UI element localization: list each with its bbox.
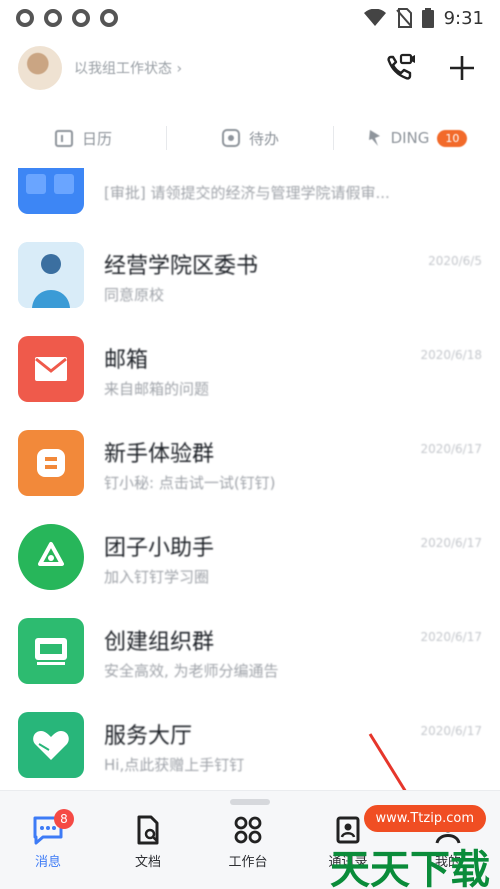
org-group-avatar xyxy=(18,618,84,684)
status-icons-left xyxy=(16,9,118,27)
quick-ding[interactable]: DING 10 xyxy=(334,128,500,148)
conversation-list[interactable]: [审批] 请领提交的经济与管理学院请假审... 经营学院区委书 同意原校 202… xyxy=(0,168,500,786)
org-icon xyxy=(35,638,67,665)
conversation-name: 邮箱 xyxy=(104,348,149,373)
list-item[interactable]: 新手体验群 钉小秘: 点击试一试(钉钉) 2020/6/17 xyxy=(0,420,500,512)
tab-messages[interactable]: 8 消息 xyxy=(0,809,98,870)
conversation-name: 团子小助手 xyxy=(104,536,215,561)
mail-avatar xyxy=(18,336,84,402)
recycle-icon xyxy=(38,542,64,566)
conversation-preview: 安全高效, 为老师分编通告 xyxy=(104,662,279,680)
add-button[interactable] xyxy=(442,48,482,88)
approval-icon xyxy=(26,174,74,194)
person-photo-icon xyxy=(18,242,84,308)
quick-calendar-label: 日历 xyxy=(81,129,112,148)
conversation-time: 2020/6/17 xyxy=(420,442,482,456)
quick-todo[interactable]: 待办 xyxy=(167,128,333,149)
org-switcher[interactable]: 以我组工作状态 › xyxy=(74,58,182,78)
quick-actions: 日历 待办 DING 10 xyxy=(0,112,500,164)
conversation-preview: 同意原校 xyxy=(104,286,165,304)
status-time: 9:31 xyxy=(443,7,484,29)
document-icon xyxy=(137,815,159,845)
service-hall-avatar xyxy=(18,712,84,778)
drag-handle[interactable] xyxy=(230,799,270,805)
tab-documents-label: 文档 xyxy=(134,855,161,870)
contact-photo xyxy=(18,242,84,308)
video-call-button[interactable] xyxy=(380,48,420,88)
conversation-preview: 加入钉钉学习圈 xyxy=(104,568,210,586)
list-item[interactable]: [审批] 请领提交的经济与管理学院请假审... xyxy=(0,168,500,230)
battery-icon xyxy=(421,8,434,28)
ding-icon xyxy=(368,130,380,146)
gear-icon xyxy=(100,9,118,27)
list-item[interactable]: 创建组织群 安全高效, 为老师分编通告 2020/6/17 xyxy=(0,608,500,700)
tab-documents[interactable]: 文档 xyxy=(98,815,198,870)
org-avatar[interactable] xyxy=(18,46,62,90)
plus-icon xyxy=(450,56,474,80)
ding-badge: 10 xyxy=(437,129,468,147)
list-item[interactable]: 经营学院区委书 同意原校 2020/6/5 xyxy=(0,232,500,324)
list-item[interactable]: 邮箱 来自邮箱的问题 2020/6/18 xyxy=(0,326,500,418)
approval-avatar xyxy=(18,168,84,214)
todo-icon xyxy=(221,129,240,147)
watermark-text: 天天下载 xyxy=(330,847,490,889)
top-header: 以我组工作状态 › xyxy=(0,40,500,96)
group-avatar xyxy=(18,430,84,496)
conversation-time: 2020/6/17 xyxy=(420,630,482,644)
list-item[interactable]: 团子小助手 加入钉钉学习圈 2020/6/17 xyxy=(0,514,500,606)
conversation-name: 创建组织群 xyxy=(104,630,215,655)
no-sim-icon xyxy=(395,8,412,28)
conversation-name: 服务大厅 xyxy=(104,724,193,749)
conversation-preview: Hi,点此获赠上手钉钉 xyxy=(104,756,245,774)
conversation-time: 2020/6/17 xyxy=(420,536,482,550)
gear-icon xyxy=(16,9,34,27)
conversation-time: 2020/6/5 xyxy=(428,254,482,268)
conversation-preview: [审批] 请领提交的经济与管理学院请假审... xyxy=(104,184,390,202)
conversation-preview: 钉小秘: 点击试一试(钉钉) xyxy=(104,474,276,492)
unread-badge: 8 xyxy=(54,809,74,829)
conversation-name: 经营学院区委书 xyxy=(104,254,259,279)
gear-icon xyxy=(72,9,90,27)
quick-calendar[interactable]: 日历 xyxy=(0,128,166,149)
conversation-time: 2020/6/18 xyxy=(420,348,482,362)
wifi-icon xyxy=(363,9,386,26)
apps-icon xyxy=(234,816,262,844)
assistant-avatar xyxy=(18,524,84,590)
tab-workbench-label: 工作台 xyxy=(228,855,268,870)
site-watermark: www.Ttzip.com 天天下载 xyxy=(314,797,494,889)
header-actions xyxy=(380,48,482,88)
status-icons-right: 9:31 xyxy=(363,7,484,29)
tab-workbench[interactable]: 工作台 xyxy=(198,815,298,870)
calendar-icon xyxy=(54,130,73,147)
quick-todo-label: 待办 xyxy=(248,129,279,148)
conversation-name: 新手体验群 xyxy=(104,442,215,467)
group-chat-icon xyxy=(37,449,65,477)
status-bar: 9:31 xyxy=(0,0,500,36)
watermark-url: www.Ttzip.com xyxy=(363,805,486,832)
conversation-preview: 来自邮箱的问题 xyxy=(104,380,210,398)
tab-messages-label: 消息 xyxy=(34,855,61,870)
gear-icon xyxy=(44,9,62,27)
heart-hands-icon xyxy=(33,731,69,760)
quick-ding-label: DING xyxy=(390,129,430,147)
video-call-icon xyxy=(387,53,415,80)
mail-icon xyxy=(35,357,67,381)
